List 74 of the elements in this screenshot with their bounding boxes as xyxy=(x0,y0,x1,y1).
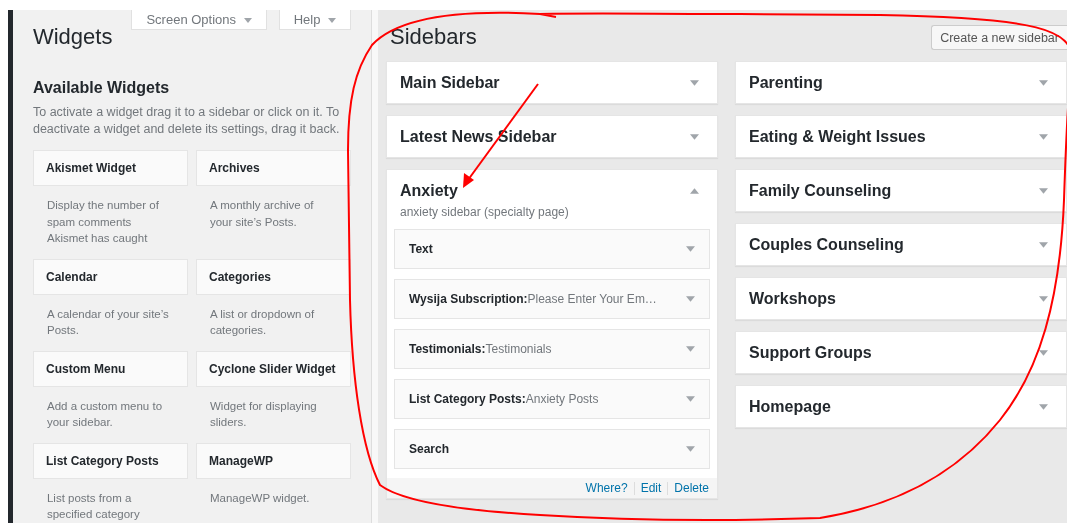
widget-tile[interactable]: Calendar xyxy=(32,258,188,295)
widget-tile[interactable]: List Category Posts xyxy=(32,442,188,479)
toggle-arrow-icon[interactable] xyxy=(690,187,699,194)
sidebar-panel[interactable]: Main Sidebar xyxy=(386,61,718,104)
widget-title: List Category Posts:Anxiety Posts xyxy=(409,392,599,406)
widget-tile[interactable]: Cyclone Slider Widget xyxy=(195,350,351,387)
action-link[interactable]: Where? xyxy=(585,481,628,495)
widget-description: Widget for displaying sliders. xyxy=(208,398,318,430)
sidebar-widget[interactable]: List Category Posts:Anxiety Posts xyxy=(394,379,710,419)
sidebar-panel[interactable]: Eating & Weight Issues xyxy=(735,115,1067,158)
widget-title: Text xyxy=(409,242,433,256)
sidebar-panel[interactable]: Workshops xyxy=(735,277,1067,320)
sidebar-name: Eating & Weight Issues xyxy=(749,127,926,146)
toggle-arrow-icon[interactable] xyxy=(1039,187,1048,194)
widget-description: ManageWP widget. xyxy=(208,490,311,506)
sidebar-panel[interactable]: Family Counseling xyxy=(735,169,1067,212)
action-link[interactable]: Delete xyxy=(674,481,709,495)
toggle-arrow-icon[interactable] xyxy=(1039,403,1048,410)
caret-icon xyxy=(243,18,252,24)
sidebar-widget[interactable]: Text xyxy=(394,229,710,269)
widget-title: Wysija Subscription:Please Enter Your Em… xyxy=(409,292,657,306)
section-description: To activate a widget drag it to a sidebar or click on it. To deactivate a widget and delete its settings, drag it back. xyxy=(32,104,341,138)
caret-icon xyxy=(328,18,336,24)
dropdown-arrow-icon[interactable] xyxy=(686,296,695,302)
sidebar-name: Main Sidebar xyxy=(400,73,500,92)
dropdown-arrow-icon[interactable] xyxy=(686,346,695,352)
sidebar-panel[interactable]: Latest News Sidebar xyxy=(386,115,718,158)
widget-description: A list or dropdown of categories. xyxy=(208,306,316,338)
section-title: Available Widgets xyxy=(32,79,171,97)
widget-description: A monthly archive of your site’s Posts. xyxy=(208,198,315,230)
widget-tile[interactable]: Custom Menu xyxy=(32,350,188,387)
dropdown-arrow-icon[interactable] xyxy=(686,246,695,252)
widget-description: List posts from a specified category xyxy=(45,490,141,522)
sidebar-panel[interactable]: Parenting xyxy=(735,61,1067,104)
toggle-arrow-icon[interactable] xyxy=(1039,349,1048,356)
sidebar-panel[interactable]: Support Groups xyxy=(735,331,1067,374)
widget-tile[interactable]: Categories xyxy=(195,258,351,295)
sidebar-name: Support Groups xyxy=(749,343,872,362)
sidebar-panel[interactable]: Couples Counseling xyxy=(735,223,1067,266)
sidebar-name: Latest News Sidebar xyxy=(400,127,557,146)
widget-title: Search xyxy=(409,442,450,456)
sidebar-widget[interactable]: Wysija Subscription:Please Enter Your Em… xyxy=(394,279,710,319)
action-link[interactable]: Edit xyxy=(640,481,662,495)
widget-description: Add a custom menu to your sidebar. xyxy=(45,398,164,430)
sidebar-name: Couples Counseling xyxy=(749,235,904,254)
widget-tile[interactable]: ManageWP xyxy=(195,442,351,479)
sidebar-widget[interactable]: Search xyxy=(394,429,710,469)
widget-title: Testimonials:Testimonials xyxy=(409,342,552,356)
help-button[interactable]: Help xyxy=(278,10,351,30)
sidebar-name: Homepage xyxy=(749,397,831,416)
sidebar-widget[interactable]: Testimonials:Testimonials xyxy=(394,329,710,369)
widget-description: Display the number of spam comments Akismet has caught xyxy=(45,198,160,246)
dropdown-arrow-icon[interactable] xyxy=(686,396,695,402)
toggle-arrow-icon[interactable] xyxy=(1039,295,1048,302)
sidebar-name: Parenting xyxy=(749,73,823,92)
page-title: Widgets xyxy=(32,24,113,50)
toggle-arrow-icon[interactable] xyxy=(690,79,699,86)
sidebar-description: anxiety sidebar (specialty page) xyxy=(400,205,570,219)
sidebar-name: Workshops xyxy=(749,289,836,308)
dropdown-arrow-icon[interactable] xyxy=(686,446,695,452)
toggle-arrow-icon[interactable] xyxy=(1039,79,1048,86)
widget-tile[interactable]: Akismet Widget xyxy=(32,150,188,186)
sidebar-name: Anxiety xyxy=(400,181,458,200)
toggle-arrow-icon[interactable] xyxy=(1039,133,1048,140)
toggle-arrow-icon[interactable] xyxy=(1039,241,1048,248)
screen-options-button[interactable]: Screen Options xyxy=(131,10,267,30)
toggle-arrow-icon[interactable] xyxy=(690,133,699,140)
section-title: Sidebars xyxy=(390,24,477,50)
sidebar-name: Family Counseling xyxy=(749,181,892,200)
widget-tile[interactable]: Archives xyxy=(195,150,351,186)
sidebar-panel[interactable]: Homepage xyxy=(735,385,1067,428)
create-sidebar-button[interactable]: Create a new sidebar xyxy=(931,25,1067,50)
sidebar-panel[interactable]: Anxiety anxiety sidebar (specialty page) Text Wysija Subscription:Please Enter Your Em… Testimonials:Testimonials List Category Posts:Anxiety Posts Search Where? Edit Delete xyxy=(386,169,718,499)
widget-description: A calendar of your site’s Posts. xyxy=(45,306,170,338)
